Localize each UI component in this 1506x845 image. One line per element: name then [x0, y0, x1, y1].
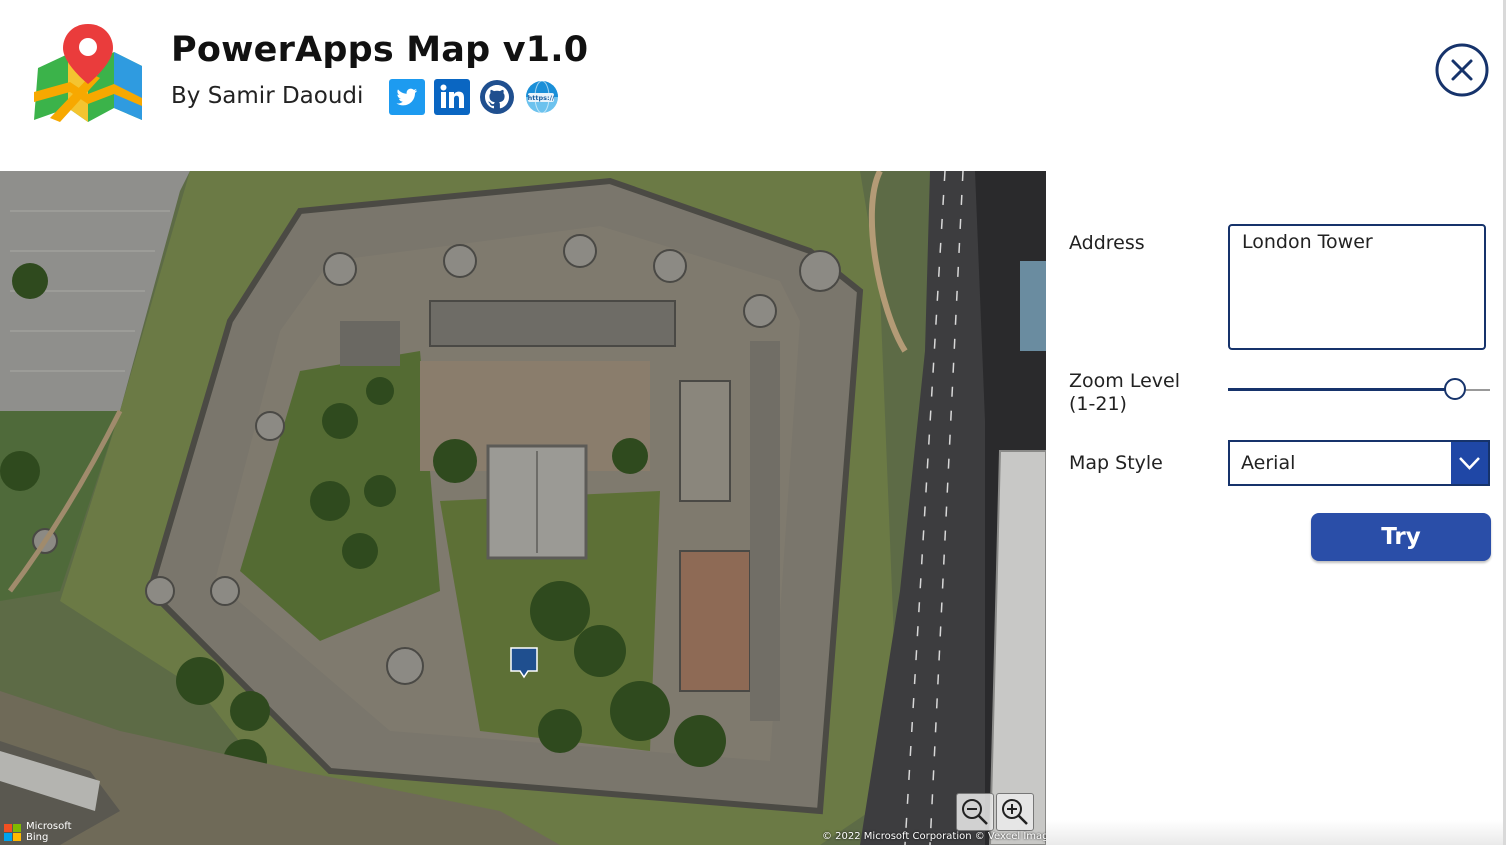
slider-thumb[interactable]: [1444, 378, 1466, 400]
slider-track-filled: [1228, 388, 1446, 391]
map-marker-icon[interactable]: [510, 647, 538, 679]
try-button[interactable]: Try: [1311, 513, 1491, 561]
twitter-icon[interactable]: [389, 79, 425, 115]
github-icon[interactable]: [479, 79, 515, 115]
app-title: PowerApps Map v1.0: [171, 30, 589, 70]
bing-attribution: Microsoft Bing: [4, 821, 72, 843]
address-label: Address: [1069, 232, 1145, 254]
zoom-out-button[interactable]: [956, 793, 994, 831]
website-icon[interactable]: https://: [524, 79, 560, 115]
close-button[interactable]: [1435, 43, 1489, 97]
zoom-level-label: Zoom Level (1-21): [1069, 370, 1180, 415]
chevron-down-icon[interactable]: [1451, 442, 1488, 484]
microsoft-logo-icon: [4, 823, 21, 841]
map-style-dropdown[interactable]: Aerial: [1228, 440, 1490, 486]
linkedin-icon[interactable]: [434, 79, 470, 115]
map-logo-icon: [34, 24, 142, 122]
svg-text:https://: https://: [528, 94, 555, 102]
map-style-label: Map Style: [1069, 452, 1163, 474]
map-copyright: © 2022 Microsoft Corporation © Vexcel Im…: [822, 831, 1046, 842]
zoom-level-slider[interactable]: [1228, 376, 1490, 404]
aerial-imagery: [0, 171, 1046, 845]
author-byline: By Samir Daoudi: [171, 83, 364, 109]
slider-track-rest: [1466, 389, 1490, 391]
map-style-value: Aerial: [1241, 452, 1296, 474]
address-input[interactable]: London Tower: [1228, 224, 1486, 350]
map-view[interactable]: Microsoft Bing © 2022 Microsoft Corporat…: [0, 171, 1046, 845]
zoom-in-button[interactable]: [996, 793, 1034, 831]
panel-bottom-shadow: [1046, 820, 1503, 845]
bing-brand-text: Microsoft Bing: [26, 821, 72, 843]
